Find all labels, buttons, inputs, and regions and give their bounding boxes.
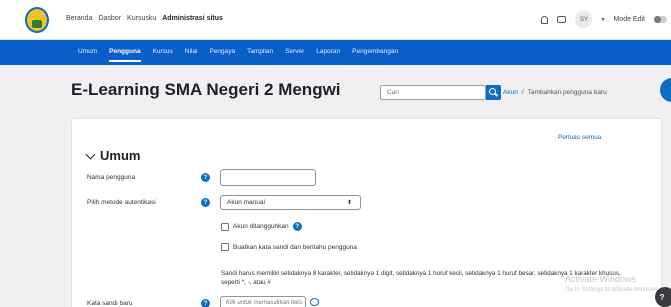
auth-method-select[interactable]: Akun manual ⬍ (220, 195, 361, 210)
breadcrumb: Akun / Tambahkan pengguna baru (503, 89, 607, 96)
username-field[interactable] (220, 169, 316, 186)
nav-item-administrasi-situs[interactable]: Administrasi situs (162, 15, 223, 22)
avatar[interactable]: SY (575, 11, 593, 28)
help-button[interactable]: ? (655, 287, 671, 307)
tab-umum[interactable]: Umum (78, 48, 97, 62)
tab-tampilan[interactable]: Tampilan (247, 48, 273, 62)
tab-pengguna[interactable]: Pengguna (109, 48, 141, 62)
mode-edit-label: Mode Edit (613, 16, 645, 23)
page-title: E-Learning SMA Negeri 2 Mengwi (71, 80, 341, 99)
tab-pengaya[interactable]: Pengaya (209, 48, 235, 62)
expand-all-link[interactable]: Perluas semua (558, 134, 601, 141)
question-circle-icon[interactable]: ? (201, 173, 210, 182)
chat-icon[interactable] (557, 16, 567, 23)
search-icon (489, 88, 496, 95)
password-field[interactable]: Klik untuk memasukkan teks (220, 296, 306, 307)
breadcrumb-current: Tambahkan pengguna baru (527, 89, 607, 96)
activation-watermark-title: Activate Windows (565, 274, 637, 284)
password-placeholder: Klik untuk memasukkan teks (226, 300, 303, 306)
auth-method-label: Pilih metode autentikasi (87, 199, 156, 206)
question-circle-icon[interactable]: ? (201, 299, 210, 307)
suspended-checkbox-row[interactable]: Akun ditangguhkan ? (221, 222, 302, 231)
school-logo-icon[interactable] (25, 7, 49, 33)
tab-kursus[interactable]: Kursus (153, 48, 173, 62)
password-rules-text: Sandi harus memiliki setidaknya 8 karakt… (221, 270, 621, 286)
top-navbar: Beranda Dasbor Kursusku Administrasi sit… (0, 0, 671, 40)
generate-password-checkbox[interactable] (221, 243, 229, 251)
nav-item-dasbor[interactable]: Dasbor (98, 15, 121, 22)
eye-icon[interactable] (310, 298, 319, 306)
chevron-down-icon: ⬍ (346, 200, 352, 206)
search-button[interactable] (486, 85, 501, 100)
activation-watermark-subtitle: Go to Settings to activate Windows. (565, 287, 660, 293)
user-menu-area: SY ▾ Mode Edit (541, 11, 667, 28)
mode-edit-toggle[interactable] (654, 16, 667, 23)
username-label: Nama pengguna (87, 174, 136, 181)
suspended-label: Akun ditangguhkan (233, 223, 289, 230)
suspended-checkbox[interactable] (221, 222, 229, 231)
primary-navigation: Beranda Dasbor Kursusku Administrasi sit… (66, 15, 223, 22)
bell-icon[interactable] (541, 15, 549, 24)
tab-server[interactable]: Server (285, 48, 304, 62)
tab-nilai[interactable]: Nilai (185, 48, 198, 62)
generate-password-label: Buatkan kata sandi dan beritahu pengguna (233, 243, 357, 251)
auth-method-value: Akun manual (227, 199, 265, 206)
question-circle-icon[interactable]: ? (201, 198, 210, 207)
tab-pengembangan[interactable]: Pengembangan (352, 48, 398, 62)
chevron-down-icon[interactable]: ▾ (601, 16, 604, 23)
breadcrumb-akun[interactable]: Akun (503, 89, 518, 96)
chevron-down-icon (85, 149, 96, 159)
generate-password-row[interactable]: Buatkan kata sandi dan beritahu pengguna (221, 243, 357, 251)
admin-tab-bar: Umum Pengguna Kursus Nilai Pengaya Tampi… (0, 40, 671, 65)
section-header-umum[interactable]: Umum (85, 148, 141, 163)
drawer-toggle-button[interactable] (660, 78, 671, 102)
question-circle-icon[interactable]: ? (292, 222, 302, 231)
tab-laporan[interactable]: Laporan (316, 48, 340, 62)
breadcrumb-separator: / (521, 89, 524, 96)
password-label: Kata sandi baru (87, 300, 133, 307)
section-title: Umum (100, 148, 141, 163)
search-input[interactable] (380, 85, 486, 100)
nav-item-kursusku[interactable]: Kursusku (127, 15, 156, 22)
nav-item-beranda[interactable]: Beranda (66, 15, 92, 22)
